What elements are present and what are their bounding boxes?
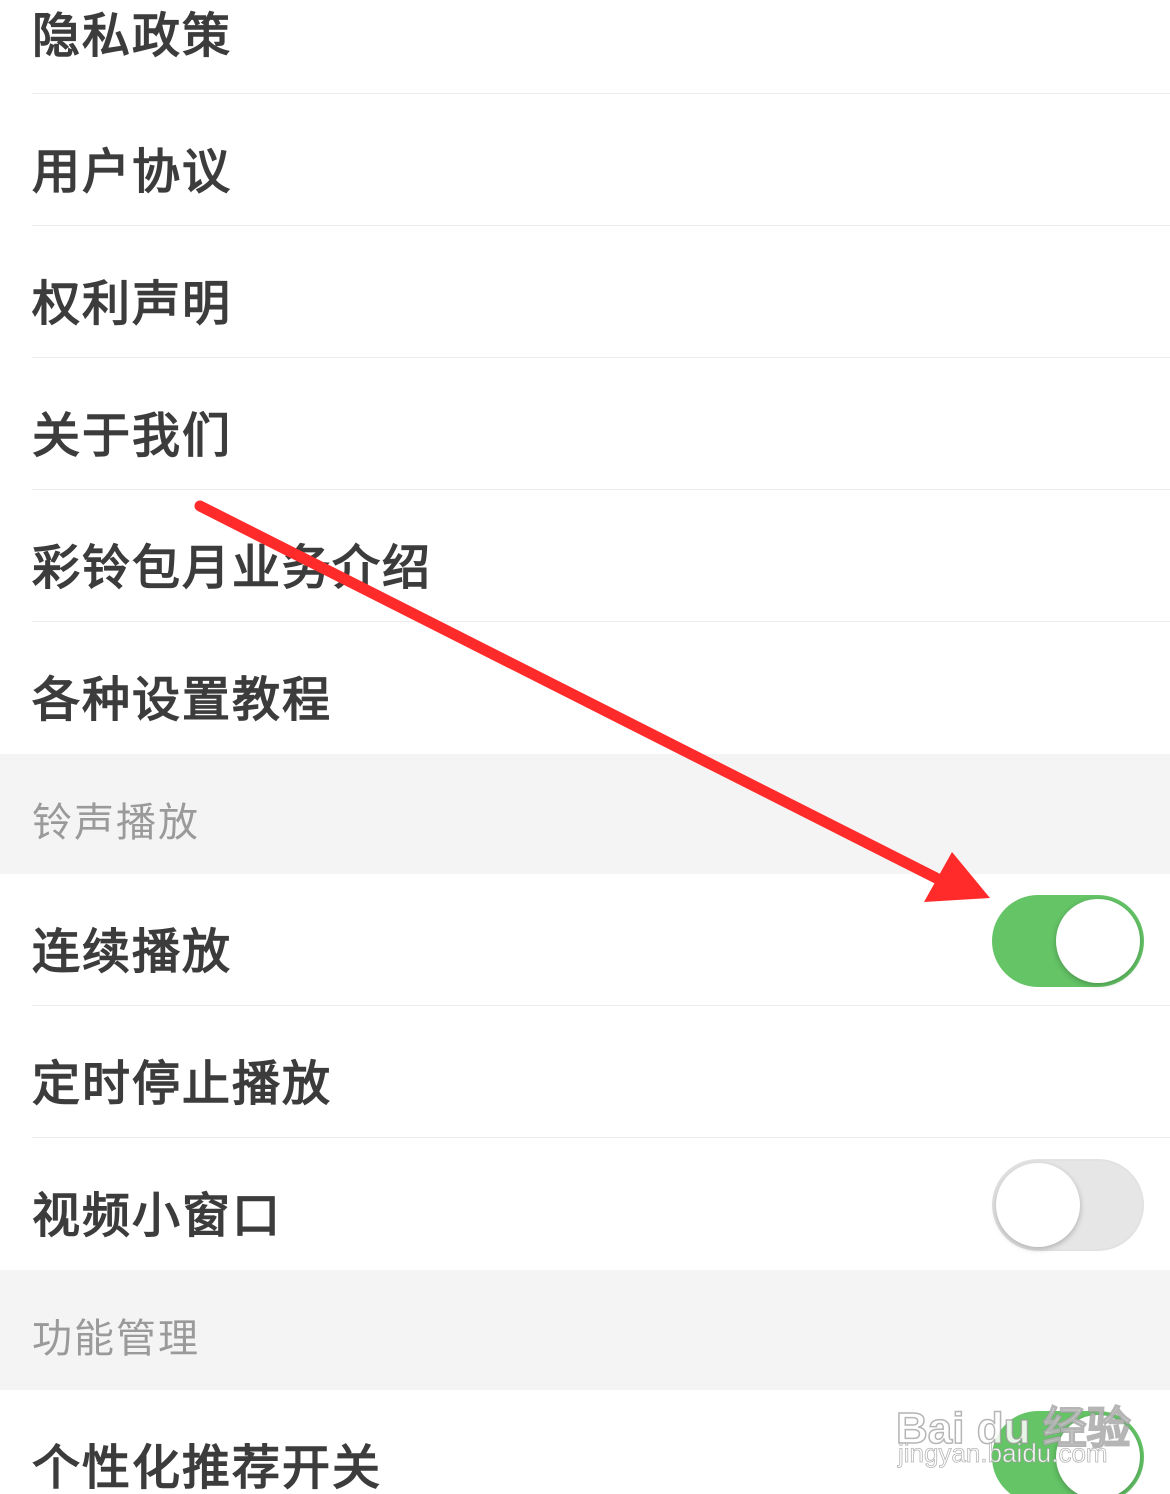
setting-continuous-play: 连续播放 (0, 874, 1170, 1006)
menu-item-settings-tutorials[interactable]: 各种设置教程 (0, 622, 1170, 754)
setting-label: 定时停止播放 (32, 1056, 333, 1112)
settings-screen: 隐私政策 用户协议 权利声明 关于我们 彩铃包月业务介绍 各种设置教程 铃声播放… (0, 0, 1170, 1494)
setting-label: 连续播放 (32, 924, 233, 980)
section-title: 铃声播放 (32, 800, 200, 846)
menu-item-label: 用户协议 (32, 144, 233, 200)
section-title: 功能管理 (32, 1316, 200, 1362)
toggle-knob (1056, 1415, 1140, 1494)
toggle-knob (1056, 899, 1140, 983)
menu-item-ringback-monthly-intro[interactable]: 彩铃包月业务介绍 (0, 490, 1170, 622)
menu-item-label: 各种设置教程 (32, 672, 333, 728)
menu-item-rights-statement[interactable]: 权利声明 (0, 226, 1170, 358)
menu-item-label: 隐私政策 (32, 8, 233, 64)
menu-item-about-us[interactable]: 关于我们 (0, 358, 1170, 490)
menu-item-user-agreement[interactable]: 用户协议 (0, 94, 1170, 226)
menu-item-label: 彩铃包月业务介绍 (32, 540, 433, 596)
setting-timed-stop[interactable]: 定时停止播放 (0, 1006, 1170, 1138)
video-mini-window-toggle[interactable] (992, 1159, 1144, 1251)
setting-label: 个性化推荐开关 (32, 1440, 383, 1494)
section-header-ringtone-playback: 铃声播放 (0, 754, 1170, 874)
personalized-recommendation-toggle[interactable] (992, 1411, 1144, 1494)
section-header-feature-management: 功能管理 (0, 1270, 1170, 1390)
toggle-knob (996, 1163, 1080, 1247)
menu-item-label: 权利声明 (32, 276, 233, 332)
setting-label: 视频小窗口 (32, 1188, 283, 1244)
menu-item-privacy-policy[interactable]: 隐私政策 (0, 0, 1170, 94)
setting-video-mini-window: 视频小窗口 (0, 1138, 1170, 1270)
setting-personalized-recommendation: 个性化推荐开关 (0, 1390, 1170, 1494)
menu-item-label: 关于我们 (32, 408, 233, 464)
continuous-play-toggle[interactable] (992, 895, 1144, 987)
